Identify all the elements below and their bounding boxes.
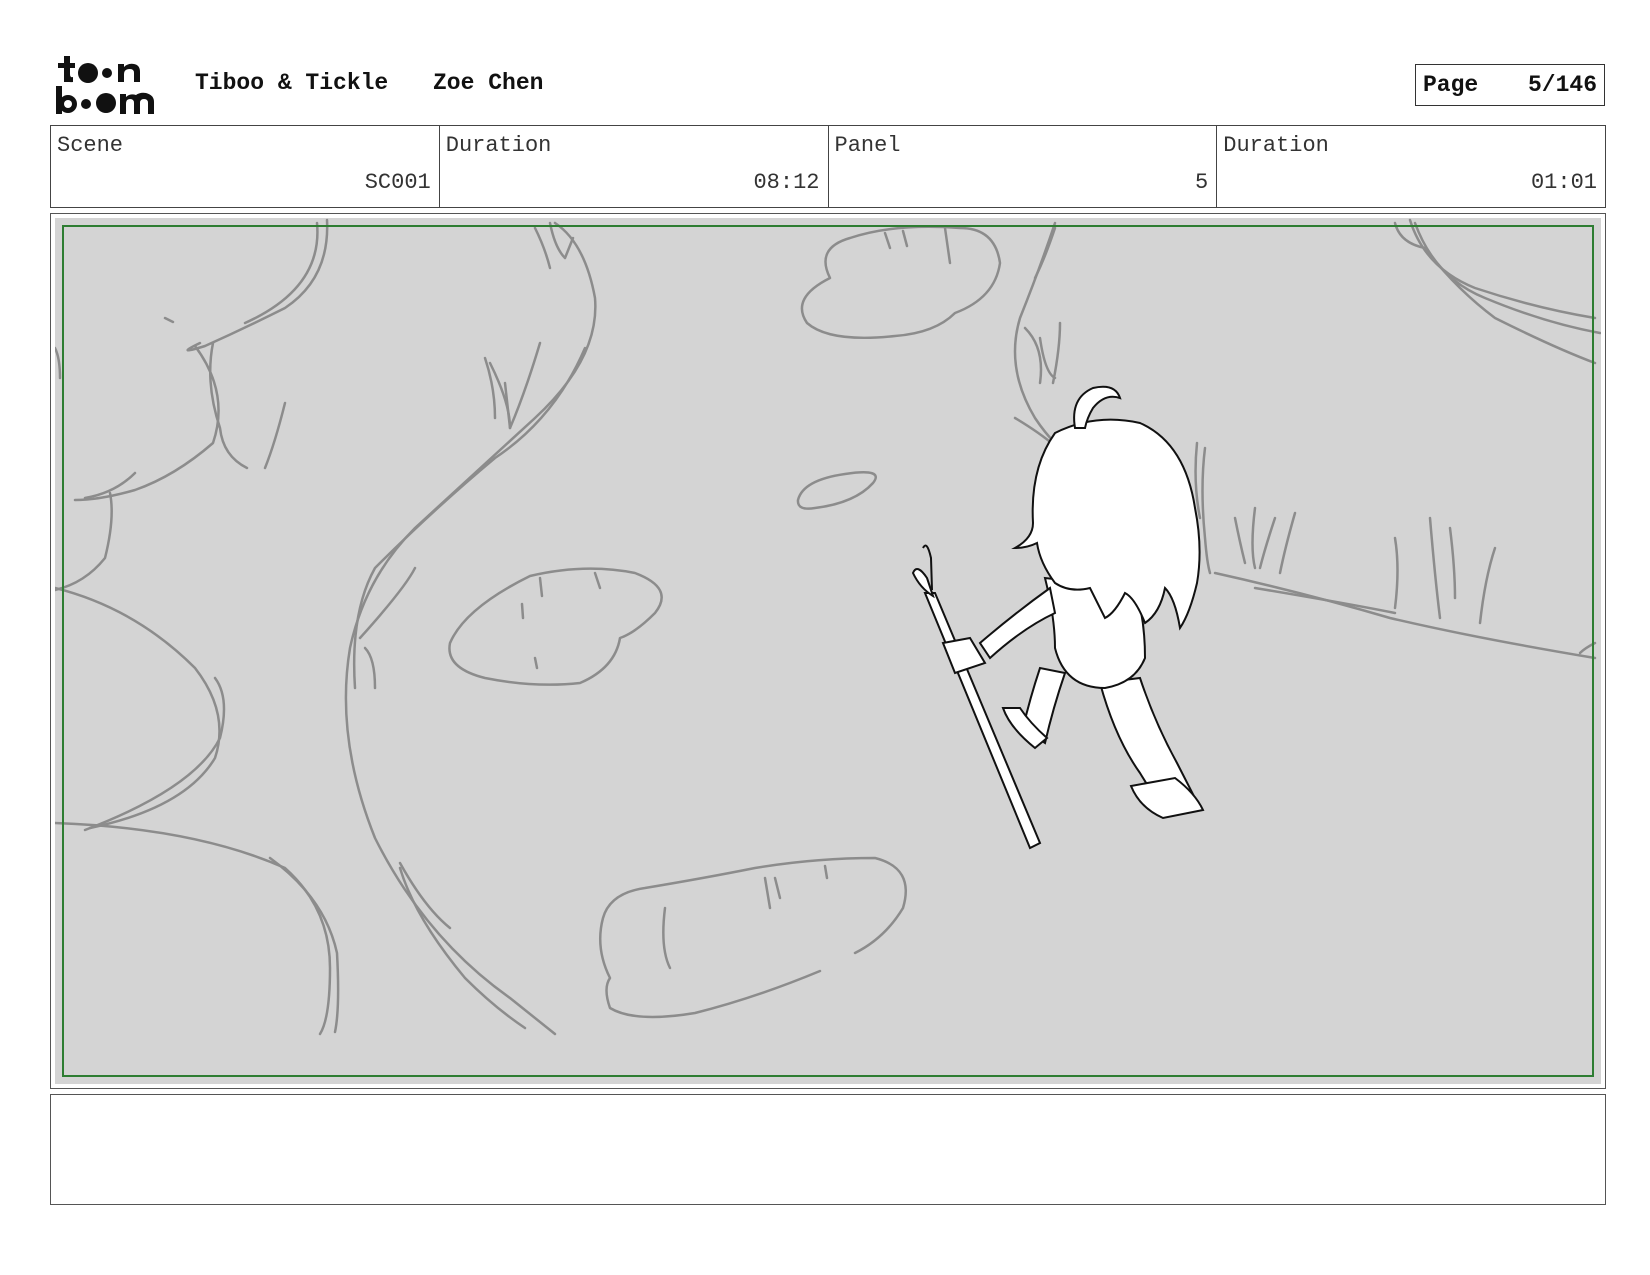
scene-duration-cell: Duration 08:12 [440,126,829,207]
project-title: Tiboo & Tickle [195,70,389,96]
toon-boom-logo [54,54,172,116]
scene-label: Scene [57,133,124,158]
panel-duration-label: Duration [1223,133,1329,158]
scene-value: SC001 [364,170,431,195]
page-number: 5/146 [1527,72,1597,98]
panel-drawing [55,218,1601,1084]
author-name: Zoe Chen [433,70,544,96]
panel-background [55,218,1601,1084]
info-table: Scene SC001 Duration 08:12 Panel 5 Durat… [50,125,1606,208]
panel-label: Panel [834,133,901,158]
page-label: Page [1423,72,1479,98]
scene-duration-label: Duration [445,133,552,158]
panel-value: 5 [1195,170,1209,195]
panel-duration-value: 01:01 [1530,170,1597,195]
panel-notes-box [50,1094,1606,1205]
panel-cell: Panel 5 [829,126,1218,207]
storyboard-panel [50,213,1606,1089]
scene-cell: Scene SC001 [51,126,440,207]
panel-duration-cell: Duration 01:01 [1217,126,1605,207]
page-indicator: Page 5/146 [1415,64,1605,106]
scene-duration-value: 08:12 [753,170,820,195]
